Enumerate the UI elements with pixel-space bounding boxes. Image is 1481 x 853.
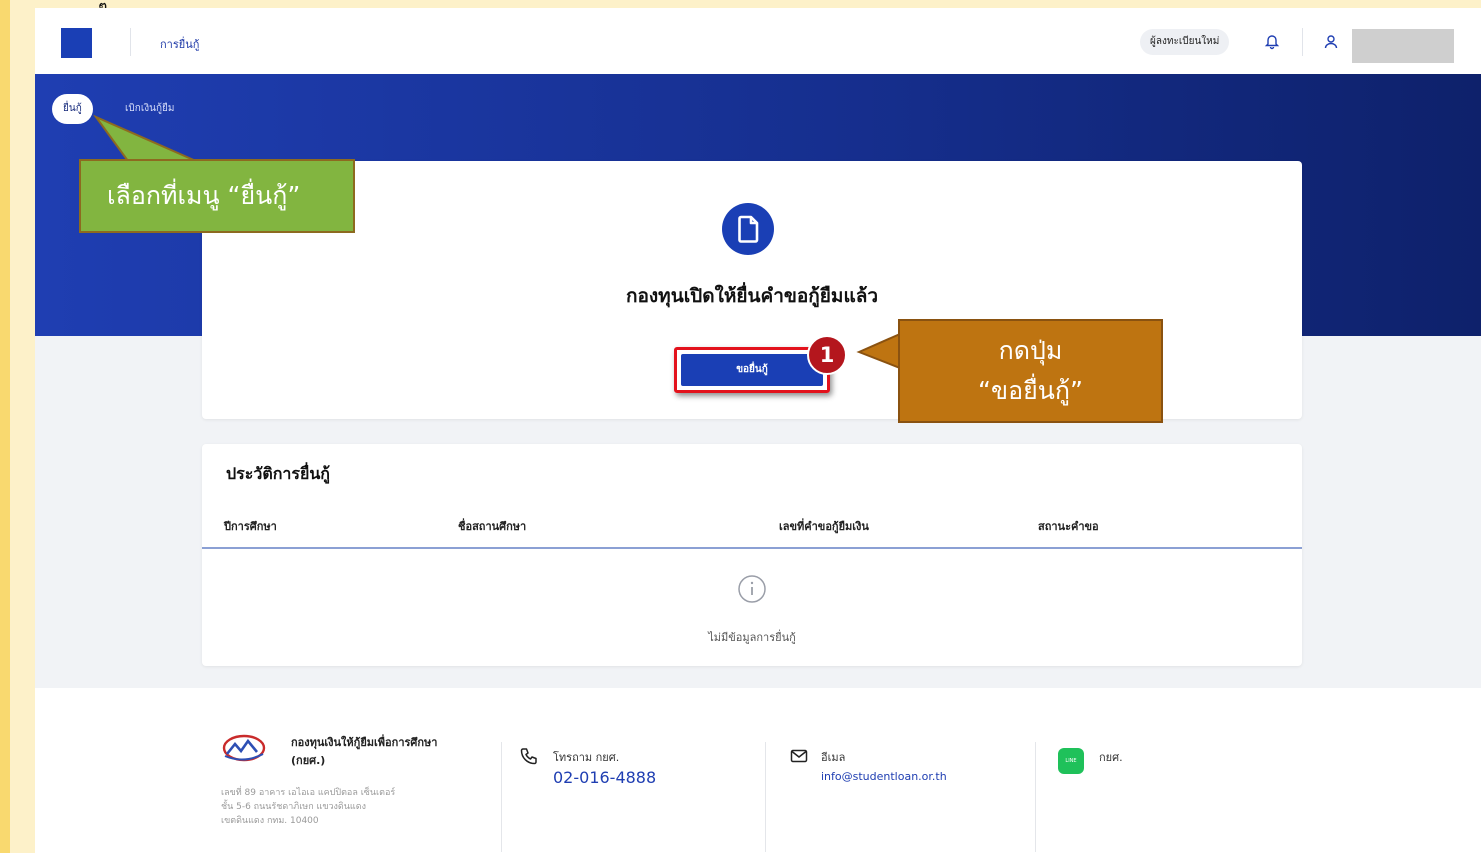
bell-icon[interactable] <box>1261 30 1283 52</box>
line-icon[interactable]: LINE <box>1058 748 1084 774</box>
history-title: ประวัติการยื่นกู้ <box>226 464 330 483</box>
address-line: ชั้น 5-6 ถนนรัชดาภิเษก แขวงดินแดง <box>221 802 366 812</box>
fund-address: เลขที่ 89 อาคาร เอไอเอ แคปปิตอล เซ็นเตอร… <box>221 786 481 828</box>
top-navigation-bar: การยื่นกู้ ผู้ลงทะเบียนใหม่ <box>35 8 1481 74</box>
footer-divider <box>1035 742 1036 852</box>
info-icon <box>736 573 768 605</box>
column-header-status: สถานะคำขอ <box>1038 520 1099 533</box>
fund-logo <box>221 732 267 764</box>
user-icon[interactable] <box>1321 32 1341 52</box>
button-hint-line: “ขอยื่นกู้” <box>978 376 1083 405</box>
mail-icon <box>789 746 809 766</box>
nav-item-loan-application[interactable]: การยื่นกู้ <box>160 35 199 53</box>
email-label: อีเมล <box>821 751 846 764</box>
fund-name: กองทุนเงินให้กู้ยืมเพื่อการศึกษา (กยศ.) <box>291 736 438 767</box>
email-link[interactable]: info@studentloan.or.th <box>821 770 947 783</box>
frame-top-border <box>10 0 1481 8</box>
step-badge: 1 <box>807 335 847 375</box>
column-header-request-number: เลขที่คำขอกู้ยืมเงิน <box>779 520 869 533</box>
footer: กองทุนเงินให้กู้ยืมเพื่อการศึกษา (กยศ.) … <box>35 688 1481 853</box>
phone-icon <box>519 746 539 766</box>
tab-loan-apply[interactable]: ยื่นกู้ <box>52 94 93 124</box>
button-hint-line: กดปุ่ม <box>998 336 1063 365</box>
apply-loan-button[interactable]: ขอยื่นกู้ <box>681 354 823 386</box>
frame-left-border <box>0 0 10 853</box>
app-logo[interactable] <box>61 28 92 58</box>
document-icon <box>722 203 774 255</box>
history-empty-message: ไม่มีข้อมูลการยื่นกู้ <box>708 631 796 644</box>
line-label[interactable]: กยศ. <box>1099 748 1123 766</box>
app-screenshot: การยื่นกู้ ผู้ลงทะเบียนใหม่ ยื่นกู้ เบิก… <box>35 8 1481 853</box>
footer-divider <box>501 742 502 852</box>
column-header-institution: ชื่อสถานศึกษา <box>458 520 527 533</box>
button-hint-callout: กดปุ่ม “ขอยื่นกู้” <box>898 319 1163 423</box>
loan-history-card: ประวัติการยื่นกู้ ปีการศึกษา ชื่อสถานศึก… <box>202 444 1302 666</box>
phone-number-link[interactable]: 02-016-4888 <box>553 768 656 787</box>
table-header-divider <box>202 547 1302 549</box>
menu-hint-callout: เลือกที่เมนู “ยื่นกู้” <box>79 159 355 233</box>
new-registrant-button[interactable]: ผู้ลงทะเบียนใหม่ <box>1140 29 1230 55</box>
loan-open-title: กองทุนเปิดให้ยื่นคำขอกู้ยืมแล้ว <box>625 285 879 307</box>
header-divider <box>1302 28 1303 56</box>
tab-loan-withdraw[interactable]: เบิกเงินกู้ยืม <box>125 101 174 116</box>
address-line: เลขที่ 89 อาคาร เอไอเอ แคปปิตอล เซ็นเตอร… <box>221 788 396 798</box>
column-header-academic-year: ปีการศึกษา <box>224 520 277 533</box>
footer-divider <box>765 742 766 852</box>
user-name-redacted[interactable] <box>1352 29 1454 63</box>
phone-label: โทรถาม กยศ. <box>553 751 620 764</box>
header-divider <box>130 28 131 56</box>
address-line: เขตดินแดง กทม. 10400 <box>221 816 319 826</box>
